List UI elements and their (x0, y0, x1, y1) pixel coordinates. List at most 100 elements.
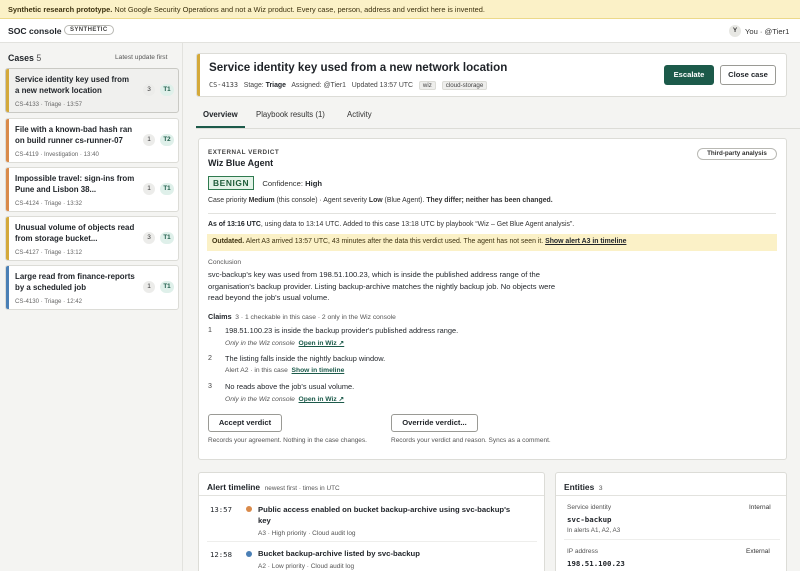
active-tab-indicator (196, 126, 245, 128)
app-title: SOC console (8, 26, 62, 36)
entities-card: Entities 3 Service identity Internal svc… (555, 472, 787, 571)
cases-heading: Cases 5 (8, 53, 41, 63)
entity-value: svc-backup (567, 515, 612, 524)
show-alert-a3-link[interactable]: Show alert A3 in timeline (545, 238, 626, 245)
case-item-4130[interactable]: Large read from finance-reports by a sch… (5, 265, 179, 310)
close-case-button[interactable]: Close case (720, 65, 776, 85)
open-in-wiz-link[interactable]: Open in Wiz ↗ (299, 396, 345, 403)
case-meta: CS-4119 · Investigation · 13:40 (15, 151, 99, 158)
tab-activity[interactable]: Activity (347, 110, 372, 119)
case-alert-count: 3 (143, 84, 155, 96)
case-stage-label: Stage: (243, 82, 264, 89)
conclusion-line: organisation's backup provider. Listing … (208, 281, 556, 291)
priority-text-e: (Blue Agent). (382, 197, 427, 204)
case-meta: CS-4133 · Triage · 13:57 (15, 101, 83, 108)
claims-meta: 3 · 1 checkable in this case · 2 only in… (235, 314, 396, 321)
entities-count: 3 (598, 485, 603, 492)
conclusion-line: svc-backup's key was used from 198.51.10… (208, 270, 540, 279)
timeline-item-title-line: key (258, 516, 271, 525)
override-help: Records your verdict and reason. Syncs a… (391, 437, 551, 444)
verdict-badge: BENIGN (208, 176, 255, 190)
case-assignee[interactable]: Assigned: @Tier1 (291, 82, 346, 89)
entity-sub: In alerts A1, A2, A3 (567, 527, 621, 534)
claim-source: Only in the Wiz console Open in Wiz ↗ (225, 339, 344, 347)
timeline-item-title-line: Public access enabled on bucket backup-a… (258, 505, 511, 514)
agent-severity: Low (368, 197, 383, 204)
claim-text: 198.51.100.23 is inside the backup provi… (225, 326, 459, 335)
banner-text: Not Google Security Operations and not a… (112, 5, 485, 14)
conclusion-text: svc-backup's key was used from 198.51.10… (208, 269, 555, 304)
case-title: Impossible travel: sign-ins from Pune an… (15, 174, 135, 194)
third-party-badge: Third-party analysis (697, 148, 777, 160)
case-sidebar: Cases 5 Latest update first Service iden… (0, 43, 183, 571)
cases-count: 5 (36, 53, 42, 63)
case-priority: Medium (248, 197, 275, 204)
case-severity-bar (6, 217, 9, 260)
escalate-button[interactable]: Escalate (664, 65, 714, 85)
timeline-item-meta: A3 · High priority · Cloud audit log (258, 530, 356, 537)
case-item-4133[interactable]: Service identity key used from a new net… (5, 68, 179, 113)
entity-scope: External (746, 548, 770, 555)
timeline-item-title: Bucket backup-archive listed by svc-back… (258, 549, 420, 558)
override-verdict-button[interactable]: Override verdict... (391, 414, 478, 432)
outdated-label: Outdated. (212, 238, 245, 245)
priority-text-c: (this console) · Agent severity (274, 197, 369, 204)
case-alert-count: 1 (143, 134, 155, 146)
synthetic-badge: SYNTHETIC (64, 25, 114, 35)
verdict-kicker: EXTERNAL VERDICT (208, 149, 280, 156)
divider (564, 539, 780, 540)
show-in-timeline-link[interactable]: Show in timeline (292, 367, 345, 374)
case-tabs: Overview Playbook results (1) Activity (196, 102, 800, 129)
timeline-item-meta: A2 · Low priority · Cloud audit log (258, 563, 355, 570)
priority-text-a: Case priority (208, 197, 249, 204)
tag-cloud-storage[interactable]: cloud-storage (441, 81, 488, 90)
timeline-title: Alert timeline newest first · times in U… (207, 482, 340, 492)
avatar[interactable]: Y (729, 25, 741, 37)
verdict-asof: As of 13:16 UTC, using data to 13:14 UTC… (208, 221, 574, 228)
confidence-value: High (305, 179, 323, 188)
case-tier-badge: T1 (160, 84, 174, 96)
claim-source-text: Only in the Wiz console (225, 340, 295, 347)
case-alert-count: 1 (143, 183, 155, 195)
timeline-title-text: Alert timeline (207, 482, 261, 492)
case-item-4127[interactable]: Unusual volume of objects read from stor… (5, 216, 179, 261)
divider (208, 213, 776, 214)
tag-wiz[interactable]: wiz (418, 81, 436, 90)
case-tier-badge: T1 (160, 183, 174, 195)
cases-sort[interactable]: Latest update first (115, 54, 167, 61)
claim-number: 2 (208, 354, 212, 362)
case-title: Service identity key used from a new net… (15, 75, 130, 95)
case-header-accent (197, 54, 200, 96)
entity-type: IP address (567, 548, 598, 555)
claim-source: Alert A2 · in this case Show in timeline (225, 367, 344, 374)
case-title: File with a known-bad hash ran on build … (15, 125, 133, 145)
case-id: CS-4133 (209, 81, 239, 89)
case-header: Service identity key used from a new net… (196, 53, 787, 97)
priority-difference: They differ; neither has been changed. (426, 197, 553, 204)
entities-heading: Entities 3 (564, 482, 603, 492)
claim-source-text: Only in the Wiz console (225, 396, 295, 403)
tab-playbook-results[interactable]: Playbook results (1) (256, 110, 325, 119)
timeline-time: 12:58 (210, 550, 232, 559)
open-in-wiz-link[interactable]: Open in Wiz ↗ (299, 340, 345, 347)
claims-label: Claims (208, 312, 232, 321)
outdated-warning: Outdated. Alert A3 arrived 13:57 UTC, 43… (207, 234, 777, 251)
case-alert-count: 3 (143, 232, 155, 244)
case-alert-count: 1 (143, 281, 155, 293)
divider (199, 495, 544, 496)
case-meta: CS-4127 · Triage · 13:12 (15, 249, 83, 256)
accept-verdict-button[interactable]: Accept verdict (208, 414, 282, 432)
priority-dot (246, 551, 252, 557)
asof-detail: , using data to 13:14 UTC. Added to this… (260, 221, 575, 228)
case-item-4119[interactable]: File with a known-bad hash ran on build … (5, 118, 179, 163)
entity-scope: Internal (749, 504, 771, 511)
case-item-4124[interactable]: Impossible travel: sign-ins from Pune an… (5, 167, 179, 212)
case-tier-badge: T1 (160, 232, 174, 244)
user-name[interactable]: You · @Tier1 (745, 27, 789, 36)
priority-comparison: Case priority Medium (this console) · Ag… (208, 197, 553, 204)
claim-text: The listing falls inside the nightly bac… (225, 354, 386, 363)
tab-overview[interactable]: Overview (203, 110, 238, 119)
top-bar: SOC console SYNTHETIC Y You · @Tier1 (0, 19, 800, 43)
conclusion-label: Conclusion (208, 259, 242, 266)
case-meta: CS-4124 · Triage · 13:32 (15, 200, 83, 207)
